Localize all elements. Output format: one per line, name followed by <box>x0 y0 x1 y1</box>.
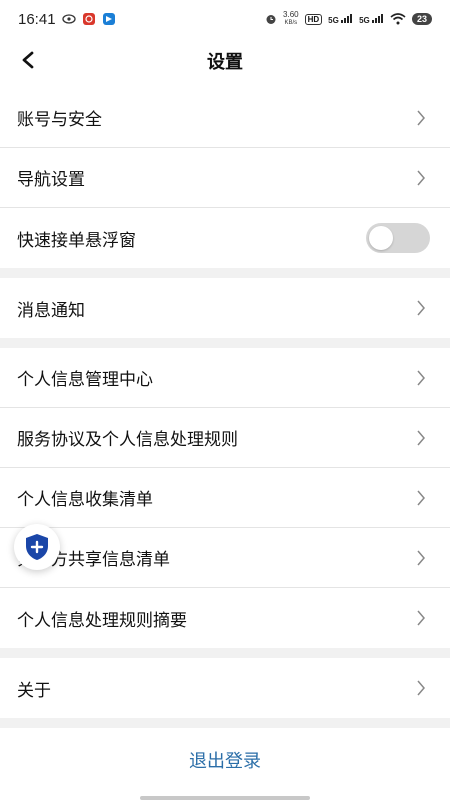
quick-order-float-label: 快速接单悬浮窗 <box>17 230 136 251</box>
navigation-settings-label: 导航设置 <box>17 170 85 190</box>
toggle-knob <box>369 226 393 250</box>
chevron-right-icon <box>416 109 428 127</box>
home-indicator <box>140 796 310 800</box>
notifications-label: 消息通知 <box>17 300 85 321</box>
page-title: 设置 <box>207 52 243 73</box>
third-party-sharing-item[interactable]: 第三方共享信息清单 <box>0 528 450 588</box>
account-security-item[interactable]: 账号与安全 <box>0 88 450 148</box>
account-security-label: 账号与安全 <box>17 110 102 130</box>
chevron-right-icon <box>416 549 428 567</box>
status-bar: 16:41 3.60 KB/s HD 5G 5G 23 <box>0 0 450 38</box>
signal-5g-1: 5G <box>328 13 353 25</box>
section-divider <box>0 718 450 728</box>
status-time: 16:41 <box>18 10 56 28</box>
header: 设置 <box>0 38 450 82</box>
logout-button[interactable]: 退出登录 <box>0 735 450 785</box>
signal-5g-2: 5G <box>359 13 384 25</box>
eye-icon <box>61 14 76 24</box>
chevron-right-icon <box>416 609 428 627</box>
section-divider <box>0 338 450 348</box>
notifications-item[interactable]: 消息通知 <box>0 278 450 338</box>
section-divider <box>0 268 450 278</box>
chevron-right-icon <box>416 299 428 317</box>
privacy-center-label: 个人信息管理中心 <box>17 370 153 390</box>
privacy-center-item[interactable]: 个人信息管理中心 <box>0 348 450 408</box>
about-item[interactable]: 关于 <box>0 658 450 718</box>
about-label: 关于 <box>17 680 51 701</box>
hd-badge: HD <box>304 13 323 25</box>
app-notification-icon <box>82 12 96 26</box>
floating-security-button[interactable] <box>14 524 60 570</box>
section-divider <box>0 648 450 658</box>
chevron-right-icon <box>416 169 428 187</box>
alarm-icon <box>265 13 277 25</box>
chevron-right-icon <box>416 429 428 447</box>
net-speed: 3.60 KB/s <box>283 10 299 27</box>
chevron-right-icon <box>416 369 428 387</box>
chevron-right-icon <box>416 679 428 697</box>
quick-order-float-toggle[interactable] <box>366 223 430 253</box>
chevron-right-icon <box>416 489 428 507</box>
quick-order-float-item: 快速接单悬浮窗 <box>0 208 450 268</box>
info-collection-list-label: 个人信息收集清单 <box>17 490 153 510</box>
service-agreement-item[interactable]: 服务协议及个人信息处理规则 <box>0 408 450 468</box>
app-store-icon <box>102 12 116 26</box>
settings-list: 账号与安全 导航设置 快速接单悬浮窗 消息通知 个人信息管理中心 服务协议及个人… <box>0 88 450 728</box>
shield-plus-icon <box>26 534 48 560</box>
privacy-rules-summary-label: 个人信息处理规则摘要 <box>17 610 187 631</box>
service-agreement-label: 服务协议及个人信息处理规则 <box>17 430 238 450</box>
privacy-rules-summary-item[interactable]: 个人信息处理规则摘要 <box>0 588 450 648</box>
navigation-settings-item[interactable]: 导航设置 <box>0 148 450 208</box>
wifi-icon <box>390 13 406 25</box>
info-collection-list-item[interactable]: 个人信息收集清单 <box>0 468 450 528</box>
battery-level: 23 <box>411 13 432 25</box>
